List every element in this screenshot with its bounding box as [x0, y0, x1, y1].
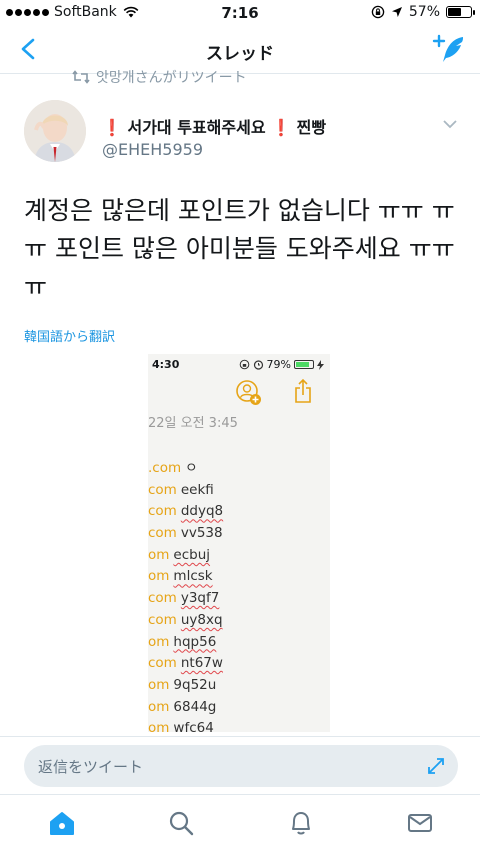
media-note-password: nt67w [180, 655, 223, 672]
reply-input[interactable]: 返信をツイート [24, 745, 458, 787]
battery-icon [446, 6, 475, 18]
media-note-line: com nt67w [148, 653, 330, 675]
media-note-domain: om [148, 568, 170, 585]
status-right: 57% [371, 4, 475, 20]
media-note-line: com ddyq8 [148, 501, 330, 523]
translate-link[interactable]: 韓国語から翻訳 [24, 326, 115, 345]
media-alarm-icon [253, 360, 263, 370]
media-note-domain: .com [148, 460, 182, 476]
media-note-domain: om [148, 676, 170, 693]
media-status-bar: 4:30 79% [148, 356, 330, 374]
page-title: スレッド [206, 44, 274, 64]
media-note-domain: com [148, 611, 177, 628]
status-bar: SoftBank 7:16 57% [0, 0, 480, 26]
media-note-password: wfc64 [173, 720, 214, 732]
media-battery-percent: 79% [266, 358, 291, 371]
media-note-line: com vv538 [148, 523, 330, 545]
media-note-password: mlcsk [173, 568, 213, 585]
notifications-icon[interactable] [287, 809, 315, 837]
media-note-password: hqp56 [173, 633, 217, 650]
media-note-domain: om [148, 720, 170, 732]
tweet-media-image[interactable]: 4:30 79% 22일 오전 3:45 .comㅇcomeekfico [148, 354, 330, 732]
media-note-domain: com [148, 503, 177, 520]
retweeted-by-line: 앗망개さんがリツイート [72, 68, 247, 86]
media-note-password: ecbuj [173, 546, 211, 563]
home-icon[interactable] [48, 809, 76, 837]
media-note-domain: com [148, 481, 177, 498]
media-note-password: 9q52u [173, 676, 217, 693]
media-note-line: com y3qf7 [148, 588, 330, 610]
media-time: 4:30 [152, 358, 180, 371]
media-note-password: ddyq8 [180, 503, 224, 520]
navigation-bar: スレッド [0, 26, 480, 74]
avatar-image [24, 100, 86, 162]
media-battery-fill [296, 362, 309, 367]
media-note-domain: com [148, 590, 177, 607]
media-note-line: om wfc64 [148, 718, 330, 732]
media-note-line: .com ㅇ [148, 458, 330, 480]
media-note-domain: com [148, 655, 177, 672]
reply-placeholder: 返信をツイート [38, 758, 144, 776]
battery-fill [448, 8, 461, 16]
media-note-password: y3qf7 [180, 590, 220, 607]
media-note-domain: om [148, 633, 170, 650]
media-note-lines: .com ㅇ com eekfi com ddyq8 com vv538 om ecbuj om ml… [148, 458, 330, 732]
compose-tweet-icon[interactable] [432, 33, 466, 65]
tweet-text: 계정은 많은데 포인트가 없습니다 ㅠㅠ ㅠㅠ 포인트 많은 아미분들 도와주세… [24, 196, 455, 301]
media-note-password: ㅇ [185, 460, 198, 476]
media-note-password: uy8xq [180, 611, 223, 628]
messages-icon[interactable] [406, 809, 434, 837]
reply-bar: 返信をツイート [0, 736, 480, 794]
search-icon[interactable] [167, 809, 195, 837]
media-note-line: om hqp56 [148, 632, 330, 654]
media-status-right: 79% [239, 358, 324, 371]
media-note-password: eekfi [180, 481, 214, 498]
expand-icon[interactable] [426, 756, 446, 776]
media-note-password: 6844g [173, 698, 217, 715]
media-note-line: com uy8xq [148, 610, 330, 632]
media-note-line: com eekfi [148, 480, 330, 502]
media-note-line: om 6844g [148, 697, 330, 719]
battery-percent: 57% [408, 4, 440, 20]
media-note-date: 22일 오전 3:45 [148, 416, 238, 431]
media-orientation-lock-icon [239, 359, 249, 370]
chevron-down-icon[interactable] [442, 118, 458, 130]
media-note-domain: com [148, 525, 177, 542]
retweet-icon [72, 70, 90, 84]
display-name[interactable]: ❗ 서가대 투표해주세요 ❗ 찐빵 [102, 114, 326, 138]
media-note-password: vv538 [180, 525, 223, 542]
media-note-domain: om [148, 698, 170, 715]
share-icon [295, 378, 311, 403]
media-note-domain: om [148, 546, 170, 563]
user-handle[interactable]: @EHEH5959 [102, 140, 203, 159]
charging-bolt-icon [317, 359, 324, 370]
media-note-line: om ecbuj [148, 545, 330, 567]
location-arrow-icon [391, 7, 402, 17]
tab-bar [0, 794, 480, 853]
media-note-line: om mlcsk [148, 566, 330, 588]
media-battery-icon [294, 360, 314, 369]
add-person-icon [236, 380, 261, 405]
avatar[interactable] [24, 100, 86, 162]
media-note-line: om 9q52u [148, 675, 330, 697]
orientation-lock-icon [371, 5, 385, 19]
retweeted-by-text: 앗망개さんがリツイート [96, 70, 247, 86]
